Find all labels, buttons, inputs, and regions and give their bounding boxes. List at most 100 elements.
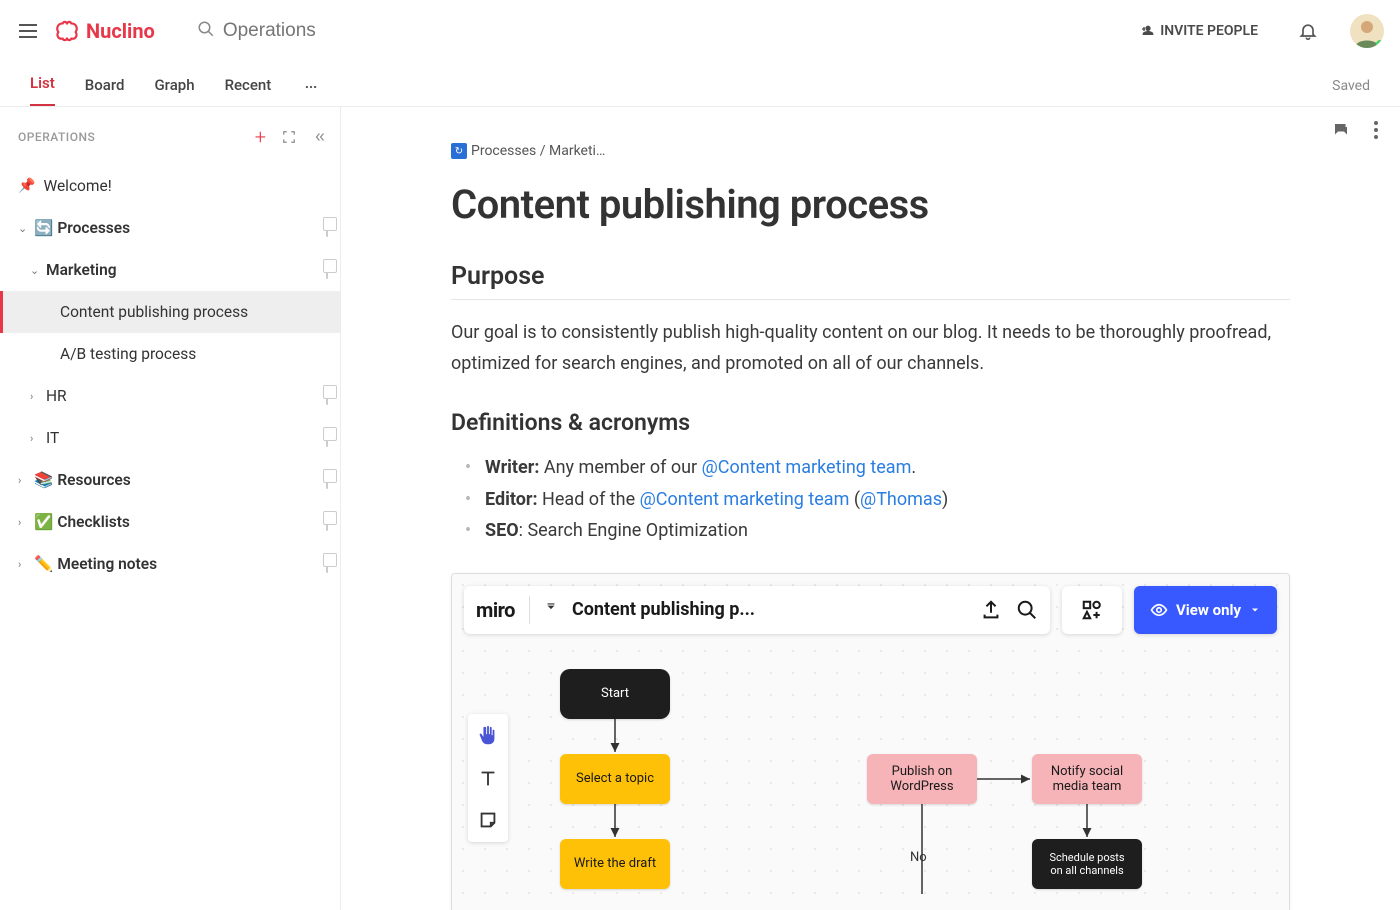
hand-tool-icon[interactable]: [474, 722, 502, 750]
search-input[interactable]: [223, 20, 423, 42]
document: ↻ Processes / Marketi… Content publishin…: [341, 107, 1400, 910]
tab-more-icon[interactable]: [301, 80, 321, 106]
definition-item[interactable]: SEO: Search Engine Optimization: [465, 515, 1290, 547]
chevron-down-icon[interactable]: ⌄: [18, 222, 30, 235]
page-title[interactable]: Content publishing process: [451, 181, 1290, 228]
sidebar-item-label: Checklists: [57, 513, 326, 531]
chevron-down-icon[interactable]: ⌄: [30, 264, 42, 277]
definition-item[interactable]: Editor: Head of the @Content marketing t…: [465, 484, 1290, 516]
tab-list[interactable]: List: [30, 74, 55, 106]
miro-view-button[interactable]: View only: [1134, 586, 1277, 634]
sidebar: OPERATIONS + 📌 Welcome! ⌄ 🔄 Processes ⌄ …: [0, 107, 341, 910]
sidebar-item-processes[interactable]: ⌄ 🔄 Processes: [0, 207, 340, 249]
collapse-icon[interactable]: [312, 130, 328, 144]
brand[interactable]: Nuclino: [54, 19, 155, 43]
miro-title-card: miro Content publishing p...: [464, 586, 1050, 634]
miro-logo[interactable]: miro: [476, 598, 515, 622]
definition-text: : Search Engine Optimization: [519, 520, 748, 541]
sidebar-item-meeting-notes[interactable]: › ✏️ Meeting notes: [0, 543, 340, 585]
sidebar-item-label: A/B testing process: [60, 345, 328, 363]
pin-icon: 📌: [18, 178, 35, 194]
comments-icon[interactable]: [1332, 121, 1350, 143]
chevron-right-icon[interactable]: ›: [30, 432, 42, 445]
invite-icon: [1138, 23, 1154, 39]
sidebar-item-hr[interactable]: › HR: [0, 375, 340, 417]
breadcrumb-text: Processes / Marketi…: [471, 143, 605, 159]
definition-item[interactable]: Writer: Any member of our @Content marke…: [465, 452, 1290, 484]
tab-board[interactable]: Board: [85, 76, 125, 106]
sidebar-item-checklists[interactable]: › ✅ Checklists: [0, 501, 340, 543]
definitions-list: Writer: Any member of our @Content marke…: [451, 452, 1290, 547]
meeting-notes-emoji: ✏️: [34, 555, 53, 573]
sidebar-header: OPERATIONS +: [0, 119, 340, 155]
menu-icon[interactable]: [16, 19, 40, 43]
body: OPERATIONS + 📌 Welcome! ⌄ 🔄 Processes ⌄ …: [0, 107, 1400, 910]
processes-emoji: 🔄: [34, 219, 53, 237]
resources-emoji: 📚: [34, 471, 53, 489]
topbar: Nuclino INVITE PEOPLE: [0, 0, 1400, 61]
saved-status: Saved: [1332, 78, 1370, 106]
bell-icon[interactable]: [1298, 21, 1318, 41]
sidebar-item-label: Processes: [57, 219, 326, 237]
miro-menu-icon[interactable]: [544, 600, 558, 619]
add-item-icon[interactable]: +: [255, 125, 266, 149]
tab-recent[interactable]: Recent: [225, 76, 272, 106]
definition-term: SEO: [485, 520, 519, 541]
paren: ): [942, 489, 948, 510]
copy-icon[interactable]: [326, 431, 328, 446]
search-icon[interactable]: [197, 20, 215, 42]
chevron-down-icon: [1249, 604, 1261, 616]
section-purpose-body[interactable]: Our goal is to consistently publish high…: [451, 318, 1290, 379]
sidebar-item-resources[interactable]: › 📚 Resources: [0, 459, 340, 501]
search-wrap: [197, 20, 423, 42]
copy-icon[interactable]: [326, 515, 328, 530]
sidebar-item-ab-testing[interactable]: A/B testing process: [0, 333, 340, 375]
document-actions: [1332, 121, 1378, 143]
section-definitions-heading[interactable]: Definitions & acronyms: [451, 409, 1290, 436]
section-purpose-heading[interactable]: Purpose: [451, 262, 1290, 291]
copy-icon[interactable]: [326, 221, 328, 236]
breadcrumb[interactable]: ↻ Processes / Marketi…: [451, 143, 1290, 159]
sidebar-item-welcome[interactable]: 📌 Welcome!: [0, 165, 340, 207]
processes-crumb-icon: ↻: [451, 143, 467, 159]
chevron-right-icon[interactable]: ›: [30, 390, 42, 403]
sidebar-item-label: IT: [46, 429, 326, 447]
tab-graph[interactable]: Graph: [154, 76, 194, 106]
sidebar-item-content-publishing[interactable]: Content publishing process: [0, 291, 340, 333]
sidebar-item-label: Marketing: [46, 261, 326, 279]
sticky-tool-icon[interactable]: [474, 806, 502, 834]
invite-people-button[interactable]: INVITE PEOPLE: [1138, 23, 1258, 39]
search-icon[interactable]: [1016, 599, 1038, 621]
text-tool-icon[interactable]: [474, 764, 502, 792]
miro-embed[interactable]: Start Select a topic Write the draft Pub…: [451, 573, 1290, 910]
expand-icon[interactable]: [282, 130, 296, 144]
definition-suffix: .: [911, 457, 916, 478]
chevron-right-icon[interactable]: ›: [18, 474, 30, 487]
sidebar-item-marketing[interactable]: ⌄ Marketing: [0, 249, 340, 291]
chevron-right-icon[interactable]: ›: [18, 516, 30, 529]
miro-board-title[interactable]: Content publishing p...: [572, 599, 755, 620]
sidebar-item-label: HR: [46, 387, 326, 405]
sidebar-item-label: Welcome!: [43, 177, 328, 195]
mention-link[interactable]: @Content marketing team: [640, 489, 850, 510]
brain-icon: [54, 20, 80, 42]
miro-topbar: miro Content publishing p... View only: [464, 586, 1277, 634]
copy-icon[interactable]: [326, 389, 328, 404]
mention-link[interactable]: @Thomas: [860, 489, 942, 510]
export-icon[interactable]: [980, 599, 1002, 621]
miro-apps-button[interactable]: [1062, 586, 1122, 634]
more-icon[interactable]: [1374, 121, 1378, 143]
sidebar-item-label: Content publishing process: [60, 303, 328, 321]
chevron-right-icon[interactable]: ›: [18, 558, 30, 571]
invite-label: INVITE PEOPLE: [1160, 23, 1258, 39]
definition-term: Writer:: [485, 457, 539, 478]
copy-icon[interactable]: [326, 473, 328, 488]
sidebar-item-label: Resources: [57, 471, 326, 489]
sidebar-title: OPERATIONS: [18, 130, 95, 144]
sidebar-item-label: Meeting notes: [57, 555, 326, 573]
mention-link[interactable]: @Content marketing team: [702, 457, 912, 478]
copy-icon[interactable]: [326, 263, 328, 278]
sidebar-item-it[interactable]: › IT: [0, 417, 340, 459]
avatar[interactable]: [1350, 14, 1384, 48]
copy-icon[interactable]: [326, 557, 328, 572]
